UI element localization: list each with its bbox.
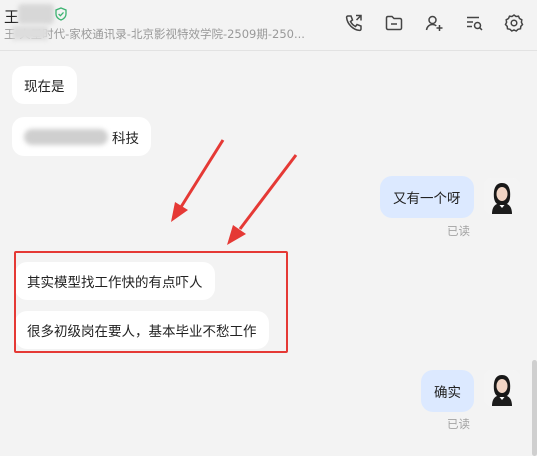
annotation-arrows	[171, 139, 298, 245]
red-arrow-1	[171, 139, 225, 222]
scrollbar[interactable]	[532, 360, 537, 456]
red-arrow-2	[227, 154, 298, 245]
